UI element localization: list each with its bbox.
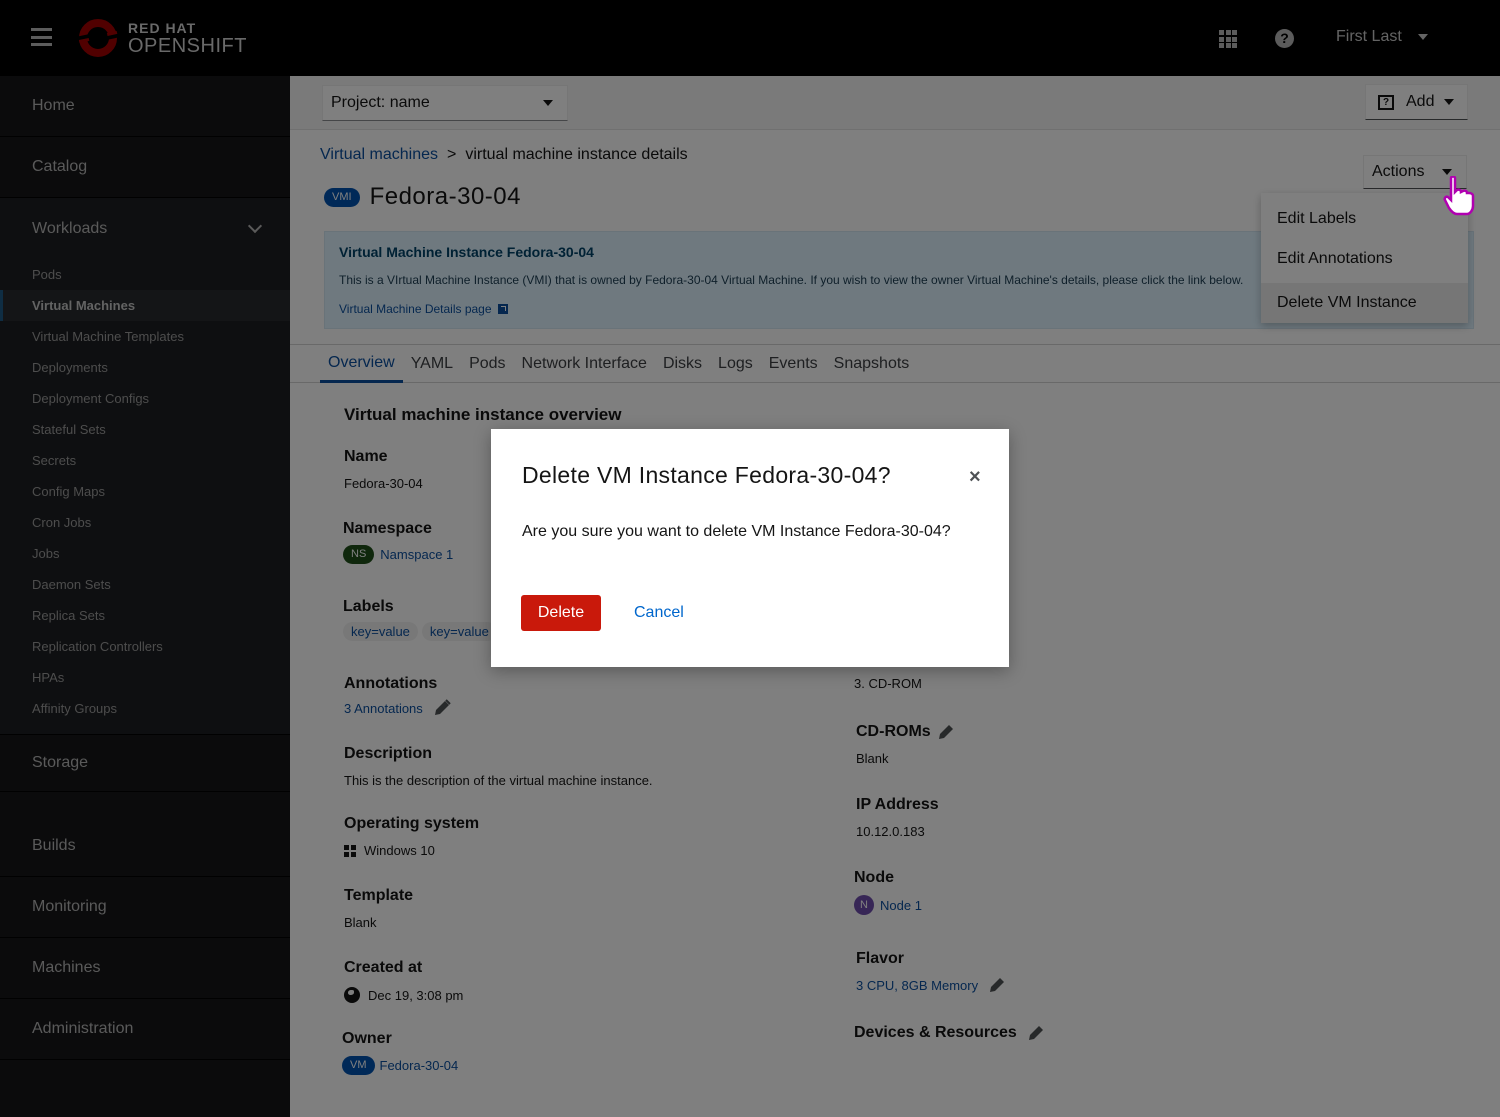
- modal-title: Delete VM Instance Fedora-30-04?: [522, 462, 891, 488]
- delete-vmi-modal: Delete VM Instance Fedora-30-04? × Are y…: [491, 429, 1009, 667]
- cancel-button[interactable]: Cancel: [634, 595, 684, 631]
- delete-button[interactable]: Delete: [521, 595, 601, 631]
- hand-pointer-cursor-icon: [1443, 176, 1475, 216]
- modal-body: Are you sure you want to delete VM Insta…: [522, 523, 951, 540]
- close-icon[interactable]: ×: [969, 467, 981, 487]
